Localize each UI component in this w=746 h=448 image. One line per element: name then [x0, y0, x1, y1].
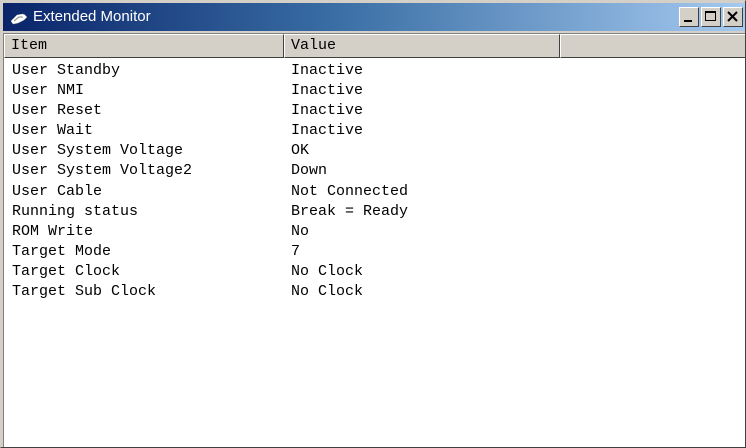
minimize-button[interactable] — [679, 7, 699, 27]
table-row[interactable]: Running status Break = Ready — [4, 202, 744, 222]
table-row[interactable]: Target Sub Clock No Clock — [4, 282, 744, 302]
table-row[interactable]: User Reset Inactive — [4, 101, 744, 121]
row-item: Target Clock — [12, 262, 121, 280]
column-header-empty[interactable] — [560, 34, 745, 58]
row-item: User System Voltage — [12, 142, 184, 160]
table-row[interactable]: Target Mode 7 — [4, 242, 744, 262]
title-bar[interactable]: Extended Monitor — [3, 3, 745, 31]
table-row[interactable]: Target Clock No Clock — [4, 262, 744, 282]
maximize-button[interactable] — [701, 7, 721, 27]
table-row[interactable]: User NMI Inactive — [4, 81, 744, 101]
maximize-icon — [705, 11, 716, 21]
extended-monitor-window: Extended Monitor Item Value User Standby… — [0, 0, 746, 448]
column-header-value[interactable]: Value — [284, 34, 560, 58]
window-controls — [677, 7, 743, 27]
row-value: Not Connected — [291, 182, 409, 200]
row-value: Inactive — [291, 102, 364, 120]
row-item: User System Voltage2 — [12, 162, 193, 180]
close-button[interactable] — [723, 7, 743, 27]
row-value: Break = Ready — [291, 202, 409, 220]
row-item: Running status — [12, 202, 139, 220]
row-value: OK — [291, 142, 310, 160]
row-item: User Reset — [12, 102, 103, 120]
monitor-app-icon — [9, 9, 29, 25]
row-value: Inactive — [291, 122, 364, 140]
table-row[interactable]: User System Voltage OK — [4, 141, 744, 161]
row-value: Inactive — [291, 62, 364, 79]
row-item: User Standby — [12, 62, 121, 79]
row-item: ROM Write — [12, 222, 94, 240]
row-value: No Clock — [291, 262, 364, 280]
table-row[interactable]: User System Voltage2 Down — [4, 161, 744, 181]
minimize-icon — [684, 20, 692, 22]
window-title: Extended Monitor — [33, 8, 151, 25]
list-rows: User Standby Inactive User NMI Inactive … — [4, 61, 744, 302]
row-item: User NMI — [12, 82, 85, 100]
row-item: Target Mode — [12, 242, 112, 260]
column-header-item[interactable]: Item — [4, 34, 284, 58]
table-row[interactable]: User Wait Inactive — [4, 121, 744, 141]
table-row[interactable]: User Cable Not Connected — [4, 182, 744, 202]
row-value: No — [291, 222, 310, 240]
table-row[interactable]: ROM Write No — [4, 222, 744, 242]
table-row[interactable]: User Standby Inactive — [4, 61, 744, 81]
close-icon — [727, 11, 738, 22]
list-header: Item Value — [4, 34, 745, 58]
row-value: 7 — [291, 242, 301, 260]
row-item: Target Sub Clock — [12, 283, 157, 301]
row-value: Down — [291, 162, 328, 180]
row-item: User Cable — [12, 182, 103, 200]
row-value: No Clock — [291, 283, 364, 301]
row-value: Inactive — [291, 82, 364, 100]
monitor-list-view[interactable]: Item Value User Standby Inactive User NM… — [3, 33, 745, 447]
row-item: User Wait — [12, 122, 94, 140]
